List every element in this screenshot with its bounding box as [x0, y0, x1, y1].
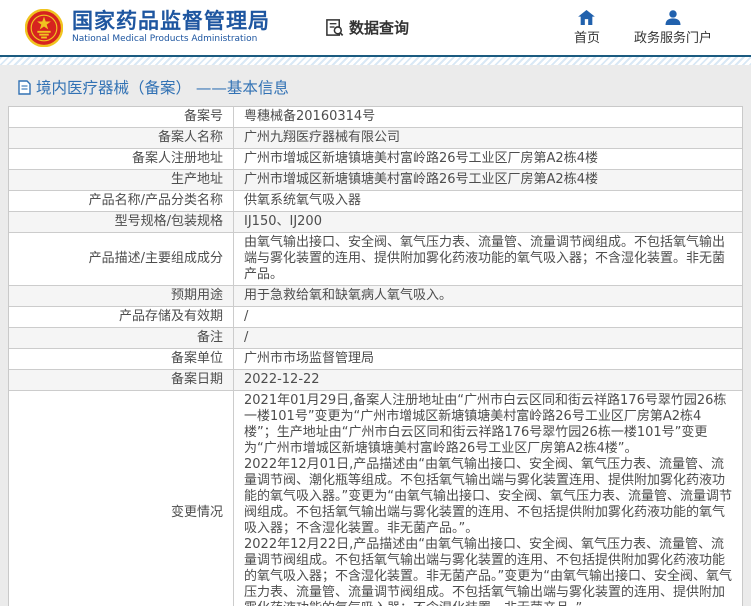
row-label: 备案人注册地址: [131, 151, 223, 166]
row-value: /: [233, 328, 742, 348]
row-remark: 备注 /: [9, 328, 742, 349]
home-icon: [578, 9, 596, 25]
browser-page: 国家药品监督管理局 National Medical Products Admi…: [0, 0, 751, 606]
row-value: 由氧气输出接口、安全阀、氧气压力表、流量管、流量调节阀组成。不包括氧气输出端与雾…: [233, 233, 742, 285]
data-query-label: 数据查询: [349, 19, 410, 37]
row-value: 供氧系统氧气吸入器: [233, 191, 742, 211]
row-value: 广州市增城区新塘镇塘美村富岭路26号工业区厂房第A2栋4楼: [233, 170, 742, 190]
row-label: 型号规格/包装规格: [114, 214, 223, 229]
row-intended-use: 预期用途 用于急救给氧和缺氧病人氧气吸入。: [9, 286, 742, 307]
nav-home-label: 首页: [573, 30, 600, 46]
row-value: IJ150、IJ200: [233, 212, 742, 232]
row-value: 广州九翔医疗器械有限公司: [233, 128, 742, 148]
row-filing-date: 备案日期 2022-12-22: [9, 370, 742, 391]
document-icon: [18, 79, 31, 95]
row-production-address: 生产地址 广州市增城区新塘镇塘美村富岭路26号工业区厂房第A2栋4楼: [9, 170, 742, 191]
row-record-number: 备案号 粤穗械备20160314号: [9, 107, 742, 128]
row-product-description: 产品描述/主要组成成分 由氧气输出接口、安全阀、氧气压力表、流量管、流量调节阀组…: [9, 233, 742, 286]
row-value: 广州市增城区新塘镇塘美村富岭路26号工业区厂房第A2栋4楼: [233, 149, 742, 169]
page-body: 境内医疗器械（备案） ——基本信息 备案号 粤穗械备20160314号 备案人名…: [0, 65, 751, 606]
row-change-history: 变更情况 2021年01月29日,备案人注册地址由“广州市白云区同和街云祥路17…: [9, 391, 742, 606]
row-label: 产品描述/主要组成成分: [88, 251, 223, 266]
data-query-icon: [326, 19, 344, 36]
row-label: 备案单位: [170, 351, 223, 366]
nav-home[interactable]: 首页: [573, 9, 600, 46]
org-name-en: National Medical Products Administration: [72, 34, 258, 45]
row-filing-authority: 备案单位 广州市市场监督管理局: [9, 349, 742, 370]
header-nav: 首页 政务服务门户: [573, 9, 712, 46]
row-label: 产品存储及有效期: [118, 309, 223, 324]
row-filer-registered-address: 备案人注册地址 广州市增城区新塘镇塘美村富岭路26号工业区厂房第A2栋4楼: [9, 149, 742, 170]
page-title: 境内医疗器械（备案） ——基本信息: [8, 65, 743, 106]
row-storage-validity: 产品存储及有效期 /: [9, 307, 742, 328]
row-product-name: 产品名称/产品分类名称 供氧系统氧气吸入器: [9, 191, 742, 212]
row-label: 备案号: [183, 109, 223, 124]
nav-portal[interactable]: 政务服务门户: [633, 9, 712, 46]
org-name-cn: 国家药品监督管理局: [72, 9, 270, 33]
nav-portal-label: 政务服务门户: [633, 30, 712, 46]
row-value: 粤穗械备20160314号: [233, 107, 742, 127]
row-label: 变更情况: [170, 505, 223, 520]
row-value: 2022-12-22: [233, 370, 742, 390]
row-label: 预期用途: [170, 288, 223, 303]
row-value: 广州市市场监督管理局: [233, 349, 742, 369]
page-title-text: 境内医疗器械（备案） ——基本信息: [36, 79, 289, 97]
site-header: 国家药品监督管理局 National Medical Products Admi…: [0, 0, 751, 57]
person-icon: [665, 9, 681, 25]
row-value: /: [233, 307, 742, 327]
row-value: 用于急救给氧和缺氧病人氧气吸入。: [233, 286, 742, 306]
national-emblem-logo: [25, 8, 63, 47]
row-label: 备注: [196, 330, 223, 345]
row-label: 生产地址: [170, 172, 223, 187]
row-model-spec: 型号规格/包装规格 IJ150、IJ200: [9, 212, 742, 233]
row-label: 备案日期: [170, 372, 223, 387]
row-value: 2021年01月29日,备案人注册地址由“广州市白云区同和街云祥路176号翠竹园…: [233, 391, 742, 606]
row-label: 产品名称/产品分类名称: [88, 193, 223, 208]
record-table: 备案号 粤穗械备20160314号 备案人名称 广州九翔医疗器械有限公司 备案人…: [8, 106, 743, 606]
row-filer-name: 备案人名称 广州九翔医疗器械有限公司: [9, 128, 742, 149]
org-name-block: 国家药品监督管理局 National Medical Products Admi…: [72, 9, 270, 45]
nav-data-query[interactable]: 数据查询: [325, 17, 409, 38]
decorative-stripe: [0, 57, 751, 65]
row-label: 备案人名称: [157, 130, 223, 145]
